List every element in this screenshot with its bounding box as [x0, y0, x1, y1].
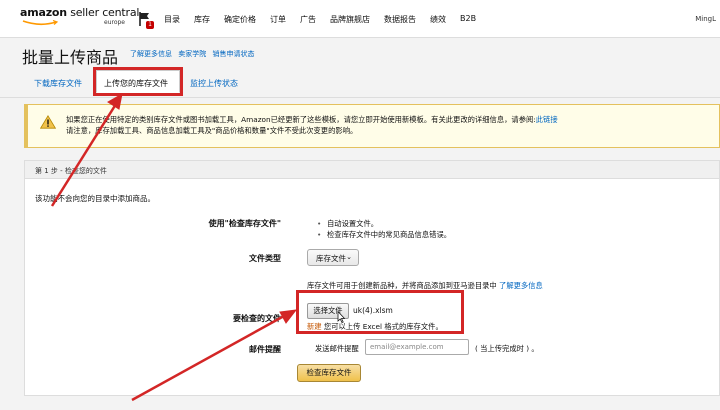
- check-file-label: 要检查的文件: [233, 314, 281, 323]
- step-description: 该功能不会向您的目录中添加商品。: [35, 194, 155, 203]
- template-update-alert: 如果您正在使用特定的类别库存文件或图书加载工具，Amazon已经更新了这些模板，…: [24, 104, 720, 148]
- seller-central-logo[interactable]: amazon seller central europe: [20, 6, 139, 34]
- excel-upload-note: 新建 您可以上传 Excel 格式的库存文件。: [307, 322, 443, 331]
- alert-line-2: 请注意，库存加载工具、商品信息加载工具及"商品价格和数量"文件不受此次变更的影响…: [66, 126, 358, 135]
- check-feature-list: 自动设置文件。 检查库存文件中的常见商品信息错误。: [317, 218, 451, 240]
- warning-icon: [40, 115, 56, 129]
- notification-badge: 1: [146, 21, 154, 29]
- list-item: 检查库存文件中的常见商品信息错误。: [317, 229, 451, 240]
- list-item: 自动设置文件。: [317, 218, 451, 229]
- logo-region: europe: [104, 19, 125, 26]
- seller-university-link[interactable]: 卖家学院: [178, 50, 206, 58]
- email-input[interactable]: [365, 339, 469, 355]
- sales-application-status-link[interactable]: 销售申请状态: [212, 50, 254, 58]
- main-nav: 目录 库存 确定价格 订单 广告 品牌旗舰店 数据报告 绩效 B2B: [164, 14, 490, 26]
- step-1-panel: 第 1 步 - 检查您的文件 该功能不会向您的目录中添加商品。 使用"检查库存文…: [24, 160, 720, 396]
- file-type-select[interactable]: 库存文件 ⌄: [307, 249, 359, 266]
- nav-item-stores[interactable]: 品牌旗舰店: [330, 14, 370, 26]
- check-inventory-file-button[interactable]: 检查库存文件: [297, 364, 361, 382]
- nav-item-pricing[interactable]: 确定价格: [224, 14, 256, 26]
- inventory-file-hint: 库存文件可用于创建新品种，并将商品添加到亚马逊目录中 了解更多信息: [307, 281, 543, 290]
- nav-item-orders[interactable]: 订单: [270, 14, 286, 26]
- tab-monitor-upload[interactable]: 监控上传状态: [190, 78, 238, 89]
- top-navigation-bar: amazon seller central europe 1 目录 库存 确定价…: [0, 0, 720, 38]
- file-type-label: 文件类型: [249, 254, 281, 263]
- nav-item-advertising[interactable]: 广告: [300, 14, 316, 26]
- send-email-label: 发送邮件提醒: [315, 344, 359, 353]
- email-suffix-text: ( 当上传完成时 ) 。: [475, 344, 539, 353]
- step-header: 第 1 步 - 检查您的文件: [25, 161, 719, 179]
- nav-item-catalog[interactable]: 目录: [164, 14, 180, 26]
- tab-upload-inventory[interactable]: 上传您的库存文件: [96, 70, 180, 93]
- alert-line-1: 如果您正在使用特定的类别库存文件或图书加载工具，Amazon已经更新了这些模板，…: [66, 115, 536, 124]
- tab-download-inventory[interactable]: 下载库存文件: [34, 78, 82, 89]
- user-account-name[interactable]: MingL: [695, 15, 716, 23]
- file-type-value: 库存文件: [316, 254, 346, 263]
- step-header-text: 第 1 步 - 检查您的文件: [35, 167, 107, 175]
- nav-item-inventory[interactable]: 库存: [194, 14, 210, 26]
- logo-product: seller central: [66, 6, 140, 19]
- nav-item-reports[interactable]: 数据报告: [384, 14, 416, 26]
- page-title: 批量上传商品: [22, 48, 119, 67]
- selected-file-name: uk(4).xlsm: [353, 306, 393, 315]
- new-tag: 新建: [307, 322, 322, 331]
- email-alert-label: 邮件提醒: [249, 345, 281, 354]
- learn-more-link[interactable]: 了解更多信息: [130, 50, 172, 58]
- amazon-smile-icon: [22, 20, 59, 26]
- tab-upload-inventory-label: 上传您的库存文件: [104, 79, 168, 88]
- chevron-down-icon: ⌄: [346, 253, 352, 261]
- alert-link[interactable]: 此链接: [536, 115, 558, 124]
- hint-learn-more-link[interactable]: 了解更多信息: [499, 281, 543, 290]
- nav-item-performance[interactable]: 绩效: [430, 14, 446, 26]
- nav-item-b2b[interactable]: B2B: [460, 14, 476, 26]
- title-links: 了解更多信息 卖家学院 销售申请状态: [130, 49, 258, 59]
- use-check-label: 使用"检查库存文件": [208, 219, 281, 228]
- logo-brand: amazon: [20, 6, 67, 19]
